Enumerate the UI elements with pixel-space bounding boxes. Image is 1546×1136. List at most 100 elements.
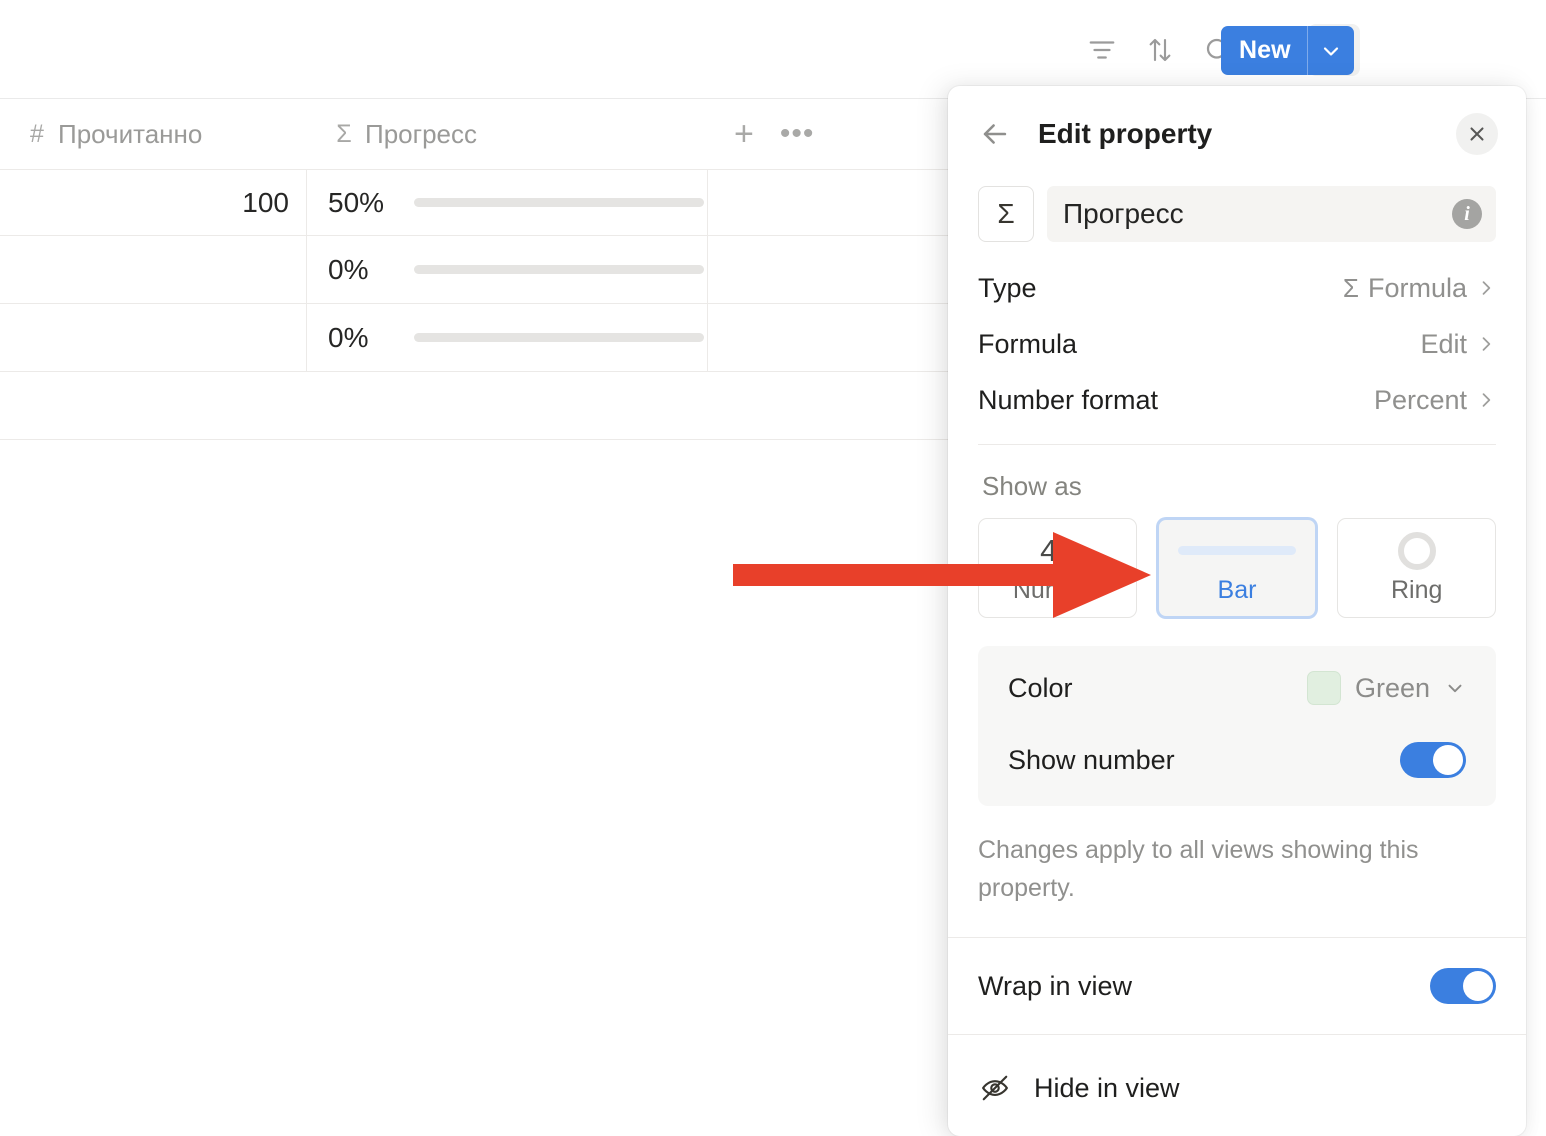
table-row[interactable]: 100 50% — [0, 170, 948, 236]
table-header-row: # Прочитанно Σ Прогресс + ••• — [0, 99, 948, 170]
cell-progress[interactable]: 50% — [307, 170, 708, 235]
show-as-option-label: Number — [1012, 575, 1102, 604]
column-header-progress[interactable]: Σ Прогресс — [307, 99, 708, 169]
row-label: Type — [978, 272, 1037, 303]
eye-off-icon — [978, 1073, 1012, 1103]
chevron-down-icon[interactable] — [1308, 26, 1354, 75]
column-header-read[interactable]: # Прочитанно — [0, 99, 307, 169]
show-number-toggle-group — [1400, 742, 1466, 778]
table-header-tools: + ••• — [708, 117, 814, 151]
menu-item-duplicate-property[interactable]: Duplicate property — [948, 1127, 1526, 1136]
progress-bar-track — [414, 265, 704, 274]
column-header-label: Прогресс — [365, 118, 478, 149]
property-settings-list: Type Σ Formula Formula Edit Number forma… — [948, 242, 1526, 445]
row-value: Edit — [1420, 328, 1467, 359]
sort-icon[interactable] — [1134, 24, 1186, 76]
show-number-toggle[interactable] — [1400, 742, 1466, 778]
number-preview: 42 — [1040, 532, 1074, 570]
chevron-right-icon — [1476, 334, 1496, 354]
cell-progress[interactable]: 0% — [307, 236, 708, 303]
table-row[interactable]: 0% — [0, 304, 948, 372]
row-label: Wrap in view — [978, 970, 1133, 1001]
progress-percent-label: 0% — [328, 253, 369, 285]
chevron-down-icon — [1444, 677, 1466, 699]
menu-item-hide-in-view[interactable]: Hide in view — [948, 1049, 1526, 1127]
table-row[interactable]: 0% — [0, 236, 948, 304]
new-button-group[interactable]: New — [1221, 26, 1354, 75]
bar-preview-track — [1178, 546, 1296, 555]
formula-type-icon: Σ — [336, 119, 352, 148]
show-as-option-label: Bar — [1217, 575, 1257, 604]
property-type-icon-button[interactable]: Σ — [978, 186, 1034, 242]
cell-blank[interactable] — [708, 236, 948, 303]
column-header-label: Прочитанно — [58, 118, 203, 149]
show-as-option-ring[interactable]: Ring — [1337, 518, 1497, 618]
show-as-label: Show as — [982, 471, 1082, 501]
cell-read[interactable] — [0, 236, 307, 303]
info-icon[interactable]: i — [1452, 199, 1482, 229]
cell-read[interactable] — [0, 304, 307, 371]
color-swatch — [1306, 671, 1341, 705]
row-color[interactable]: Color Green — [1008, 652, 1466, 724]
add-column-icon[interactable]: + — [734, 117, 754, 151]
row-value-group: Σ Formula — [1343, 273, 1496, 304]
row-formula[interactable]: Formula Edit — [978, 316, 1496, 372]
row-value-group: Edit — [1420, 329, 1496, 360]
filter-icon[interactable] — [1076, 24, 1128, 76]
row-label: Color — [1008, 672, 1073, 703]
row-wrap-in-view[interactable]: Wrap in view — [948, 938, 1526, 1034]
formula-type-icon: Σ — [1342, 272, 1359, 303]
show-as-option-number[interactable]: 42 Number — [978, 518, 1137, 618]
edit-property-panel: Edit property Σ i Type Σ Formula — [948, 86, 1526, 1136]
chevron-right-icon — [1476, 278, 1496, 298]
arrow-left-icon[interactable] — [978, 117, 1012, 151]
property-name-field[interactable]: i — [1047, 186, 1496, 242]
color-name: Green — [1354, 672, 1430, 703]
row-number-format[interactable]: Number format Percent — [978, 372, 1496, 428]
cell-blank[interactable] — [708, 170, 948, 235]
cell-progress[interactable]: 0% — [307, 304, 708, 371]
cell-blank[interactable] — [708, 304, 948, 371]
progress-percent-label: 50% — [328, 186, 385, 218]
row-label: Formula — [978, 328, 1078, 359]
top-toolbar: New — [0, 0, 1546, 99]
close-icon[interactable] — [1456, 113, 1498, 155]
menu-item-label: Hide in view — [1034, 1072, 1180, 1103]
show-as-options: 42 Number Bar Ring — [948, 502, 1526, 618]
color-value-group[interactable]: Green — [1306, 671, 1466, 705]
show-as-option-label: Ring — [1390, 575, 1443, 604]
database-table: # Прочитанно Σ Прогресс + ••• 100 50% 0%… — [0, 99, 948, 1136]
page-title: Edit property — [1038, 118, 1213, 149]
row-label: Number format — [978, 384, 1159, 415]
row-value-group: Percent — [1374, 385, 1496, 416]
chevron-right-icon — [1476, 390, 1496, 410]
progress-bar-track — [414, 198, 704, 207]
row-label: Show number — [1008, 744, 1175, 775]
wrap-in-view-toggle[interactable] — [1430, 968, 1496, 1004]
toggle-knob — [1433, 745, 1463, 775]
progress-percent-label: 0% — [328, 321, 369, 353]
property-name-input[interactable] — [1063, 198, 1452, 230]
show-as-option-bar[interactable]: Bar — [1156, 518, 1318, 618]
app-root: New # Прочитанно Σ Прогресс + ••• 100 50… — [0, 0, 1546, 1136]
panel-header: Edit property — [948, 86, 1526, 182]
row-show-number[interactable]: Show number — [1008, 724, 1466, 796]
number-preview-value: 42 — [1040, 532, 1075, 568]
table-footer-row[interactable] — [0, 372, 948, 440]
panel-note: Changes apply to all views showing this … — [978, 836, 1419, 902]
column-menu-icon[interactable]: ••• — [780, 119, 815, 149]
row-type[interactable]: Type Σ Formula — [978, 260, 1496, 316]
bar-options-box: Color Green Show number — [978, 646, 1496, 806]
cell-read[interactable]: 100 — [0, 170, 307, 235]
property-name-row: Σ i — [948, 186, 1526, 242]
row-value: Formula — [1367, 272, 1467, 303]
section-divider — [948, 1034, 1526, 1035]
number-type-icon: # — [30, 119, 44, 148]
new-button[interactable]: New — [1221, 26, 1307, 75]
row-value: Percent — [1373, 384, 1467, 415]
bar-preview-icon — [1178, 532, 1296, 570]
ring-shape — [1397, 531, 1436, 570]
toggle-knob — [1463, 971, 1493, 1001]
progress-bar-track — [414, 333, 704, 342]
cell-value: 100 — [242, 186, 289, 218]
